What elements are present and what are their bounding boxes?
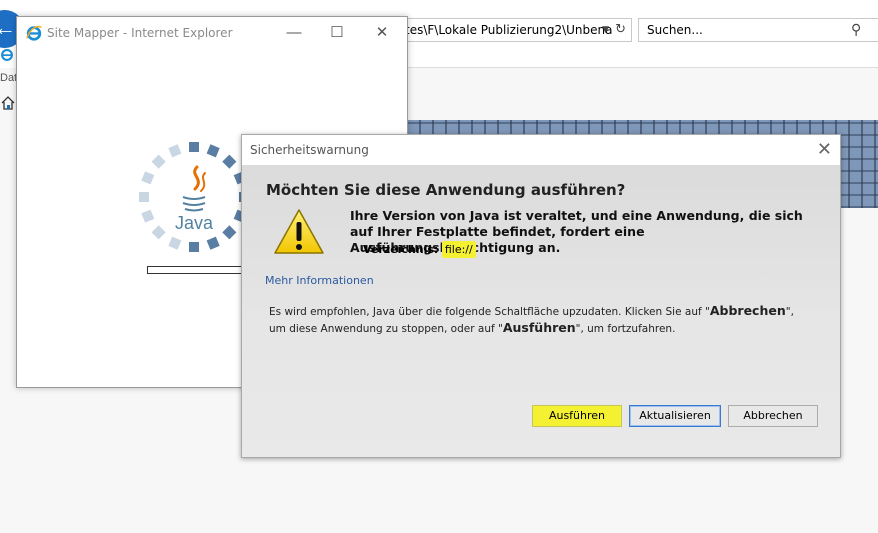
spinner-segment — [168, 144, 182, 158]
update-button[interactable]: Aktualisieren — [629, 405, 721, 427]
directory-line: Verzeichnis: file:// — [363, 241, 476, 258]
minimize-button[interactable]: — — [279, 22, 309, 44]
more-info-link[interactable]: Mehr Informationen — [265, 274, 374, 287]
window-title: Site Mapper - Internet Explorer — [47, 26, 233, 40]
maximize-button[interactable]: ☐ — [322, 22, 352, 44]
title-bar[interactable]: Site Mapper - Internet Explorer — ☐ ✕ — [17, 17, 407, 49]
spinner-segment — [189, 242, 199, 252]
spinner-segment — [206, 144, 220, 158]
search-placeholder: Suchen... — [647, 23, 703, 37]
dialog-heading: Möchten Sie diese Anwendung ausführen? — [266, 181, 626, 199]
dialog-body-text: Es wird empfohlen, Java über die folgend… — [269, 303, 809, 337]
home-icon[interactable] — [1, 96, 15, 110]
spinner-segment — [139, 192, 149, 202]
body-text-part: ", um fortzufahren. — [575, 323, 676, 335]
directory-value: file:// — [441, 241, 476, 258]
refresh-icon[interactable]: ↻ — [615, 19, 626, 41]
dialog-title: Sicherheitswarnung — [250, 143, 369, 157]
dialog-close-button[interactable]: ✕ — [817, 135, 832, 165]
dropdown-icon[interactable]: ▼ — [602, 19, 609, 41]
spinner-segment — [168, 236, 182, 250]
spinner-segment — [141, 171, 155, 185]
spinner-segment — [151, 225, 166, 240]
search-input[interactable]: Suchen... ⚲ — [638, 18, 878, 42]
body-run-keyword: Ausführen — [502, 320, 576, 335]
body-text-part: Es wird empfohlen, Java über die folgend… — [269, 306, 710, 318]
address-bar[interactable]: tes\F\Lokale Publizierung2\Unbena ▼ ↻ — [380, 18, 632, 42]
cancel-button[interactable]: Abbrechen — [728, 405, 818, 427]
spinner-ring — [139, 142, 249, 252]
run-button[interactable]: Ausführen — [532, 405, 622, 427]
spinner-segment — [206, 236, 220, 250]
security-warning-dialog: Sicherheitswarnung ✕ Möchten Sie diese A… — [241, 134, 841, 458]
ie-icon — [1, 49, 13, 61]
spinner-segment — [222, 154, 237, 169]
directory-label: Verzeichnis: — [363, 243, 439, 256]
warning-icon — [274, 209, 324, 254]
spinner-segment — [151, 154, 166, 169]
divider — [380, 67, 878, 68]
body-cancel-keyword: Abbrechen — [709, 303, 786, 318]
menu-fragment: Dat — [0, 72, 18, 84]
java-wordmark: Java — [175, 213, 214, 233]
spinner-segment — [222, 225, 237, 240]
spinner-segment — [141, 209, 155, 223]
search-icon[interactable]: ⚲ — [851, 19, 861, 41]
ie-logo-icon — [26, 25, 42, 41]
dialog-title-bar[interactable]: Sicherheitswarnung ✕ — [242, 135, 840, 165]
close-button[interactable]: ✕ — [367, 22, 397, 44]
back-arrow-icon: ← — [0, 15, 16, 40]
progress-bar — [147, 266, 249, 274]
java-loading-icon: Java — [139, 142, 249, 252]
spinner-segment — [189, 142, 199, 152]
address-text: tes\F\Lokale Publizierung2\Unbena — [405, 23, 613, 37]
